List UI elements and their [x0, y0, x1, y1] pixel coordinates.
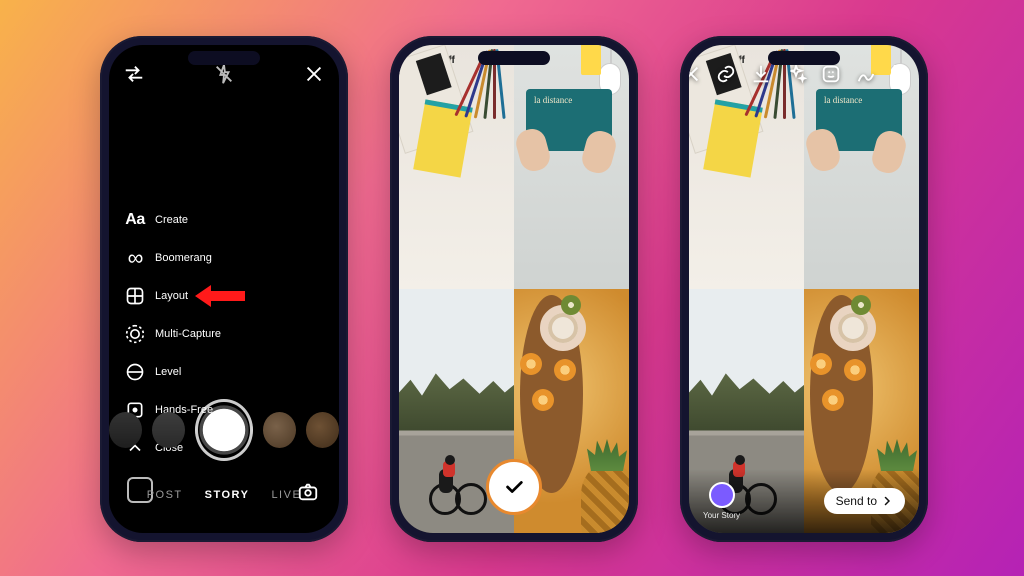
filter-thumb[interactable]	[306, 412, 339, 448]
collage-tile-b[interactable]	[514, 45, 629, 289]
close-icon[interactable]	[303, 63, 325, 90]
mode-story[interactable]: STORY	[205, 489, 250, 501]
story-share-bar: Your Story Send to	[689, 469, 919, 533]
check-icon	[503, 476, 525, 498]
collage-tile-a[interactable]	[399, 45, 514, 289]
chevron-right-icon	[881, 495, 893, 507]
mode-post[interactable]: POST	[147, 489, 183, 501]
confirm-layout-button[interactable]	[486, 459, 542, 515]
sticker-icon[interactable]	[820, 63, 842, 90]
tutorial-graphic: Aa Create ∞ Boomerang Layout Multi-Captu…	[0, 0, 1024, 576]
story-camera-screen: Aa Create ∞ Boomerang Layout Multi-Captu…	[109, 45, 339, 533]
camera-flip-icon[interactable]	[297, 481, 321, 505]
your-story-button[interactable]: Your Story	[703, 482, 740, 520]
phone-notch	[188, 51, 260, 65]
layout-grid-icon	[125, 286, 145, 306]
download-icon[interactable]	[750, 63, 772, 90]
effects-sparkle-icon[interactable]	[785, 63, 807, 90]
menu-label: Boomerang	[155, 252, 212, 264]
menu-item-boomerang[interactable]: ∞ Boomerang	[125, 248, 221, 268]
your-story-label: Your Story	[703, 511, 740, 520]
phone-frame-1: Aa Create ∞ Boomerang Layout Multi-Captu…	[100, 36, 348, 542]
menu-label: Layout	[155, 290, 188, 302]
close-icon[interactable]	[689, 63, 702, 90]
story-edit-toolbar: Aa	[699, 63, 909, 90]
filter-thumb[interactable]	[109, 412, 142, 448]
story-edit-screen: Aa Your Story Send to	[689, 45, 919, 533]
phone-notch	[768, 51, 840, 65]
shutter-button[interactable]	[195, 399, 253, 461]
menu-item-layout[interactable]: Layout	[125, 286, 221, 306]
multi-capture-icon	[125, 324, 145, 344]
phone-frame-2	[390, 36, 638, 542]
layout-preview-screen	[399, 45, 629, 533]
link-icon[interactable]	[715, 63, 737, 90]
flash-off-icon[interactable]	[145, 63, 303, 90]
send-to-label: Send to	[836, 494, 877, 508]
menu-item-create[interactable]: Aa Create	[125, 210, 221, 230]
phone-frame-3: Aa Your Story Send to	[680, 36, 928, 542]
send-to-button[interactable]: Send to	[824, 488, 905, 514]
level-icon	[125, 362, 145, 382]
filter-thumb[interactable]	[263, 412, 296, 448]
menu-label: Level	[155, 366, 181, 378]
callout-arrow	[195, 283, 245, 309]
your-story-avatar	[709, 482, 735, 508]
infinity-icon: ∞	[125, 248, 145, 268]
text-tool-button[interactable]: Aa	[890, 63, 909, 90]
menu-label: Create	[155, 214, 188, 226]
menu-item-level[interactable]: Level	[125, 362, 221, 382]
switch-arrows-icon[interactable]	[123, 63, 145, 90]
layout-collage	[689, 45, 919, 533]
menu-label: Multi-Capture	[155, 328, 221, 340]
text-aa-icon: Aa	[125, 210, 145, 230]
phone-notch	[478, 51, 550, 65]
draw-icon[interactable]	[855, 63, 877, 90]
filter-thumb[interactable]	[152, 412, 185, 448]
shutter-row	[109, 399, 339, 461]
menu-item-multi-capture[interactable]: Multi-Capture	[125, 324, 221, 344]
